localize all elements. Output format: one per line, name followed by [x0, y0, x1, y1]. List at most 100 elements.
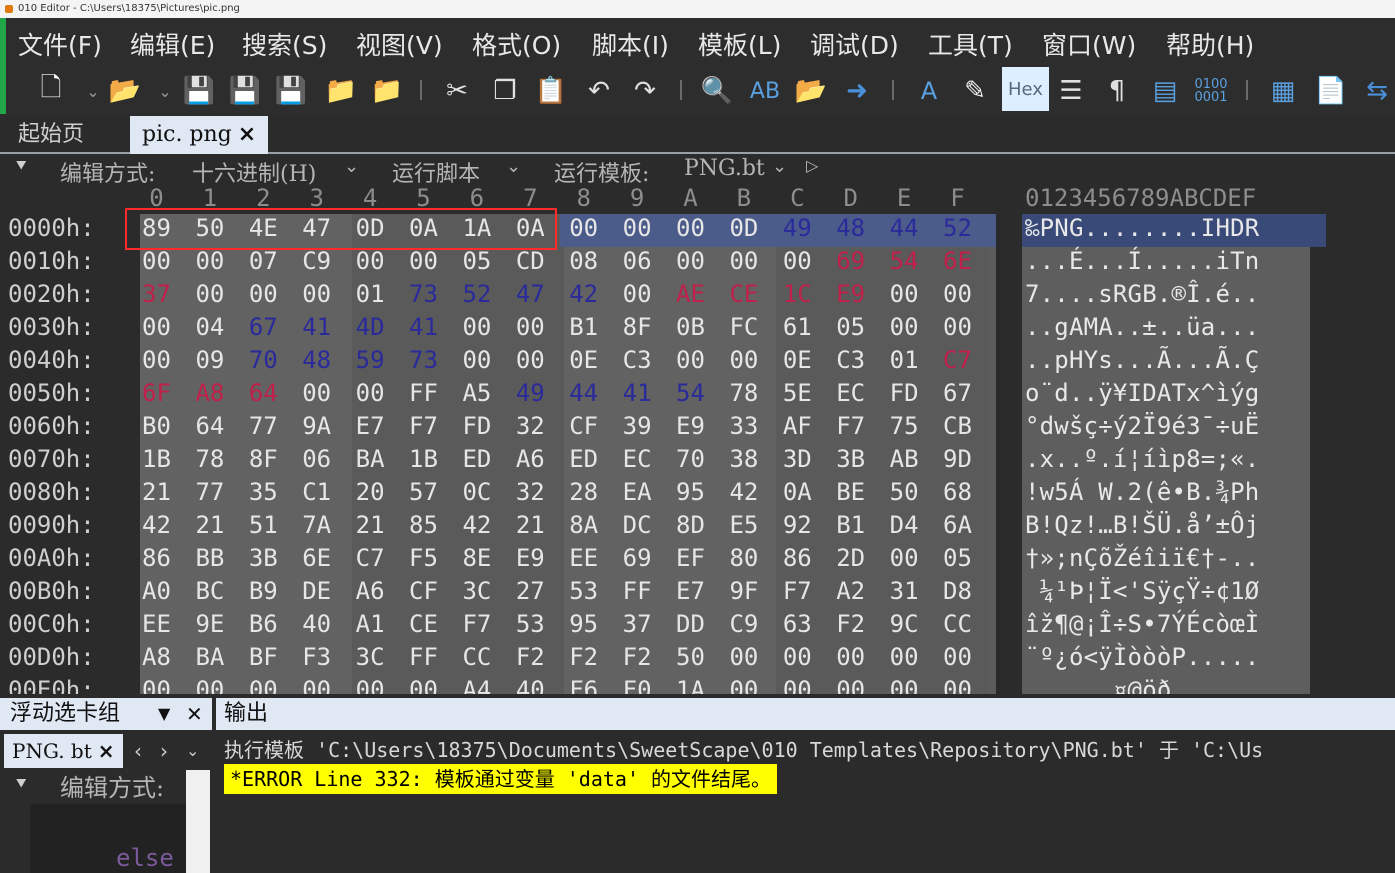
menu-edit[interactable]: 编辑(E): [130, 26, 215, 62]
hex-byte[interactable]: DC: [611, 511, 664, 539]
hex-byte[interactable]: 38: [717, 445, 770, 473]
hex-byte[interactable]: 21: [183, 511, 236, 539]
hex-row[interactable]: 00E0h: 00 00 00 00 00 00 A4 40 F6 F0 1A 00 00 00 00 00..…: [0, 676, 1395, 694]
menu-view[interactable]: 视图(V): [356, 26, 443, 62]
hex-byte[interactable]: 86: [771, 544, 824, 572]
hex-byte[interactable]: 00: [504, 346, 557, 374]
hex-byte[interactable]: 00: [771, 247, 824, 275]
close-icon[interactable]: ✕: [186, 698, 203, 730]
hex-byte[interactable]: 6E: [290, 544, 343, 572]
hex-byte[interactable]: 77: [237, 412, 290, 440]
hex-byte[interactable]: 59: [344, 346, 397, 374]
hex-byte[interactable]: 0E: [771, 346, 824, 374]
hex-byte[interactable]: 52: [931, 214, 984, 242]
hex-byte[interactable]: A6: [344, 577, 397, 605]
hex-byte[interactable]: 42: [717, 478, 770, 506]
menu-debug[interactable]: 调试(D): [810, 26, 899, 62]
menu-window[interactable]: 窗口(W): [1042, 26, 1136, 62]
hex-byte[interactable]: 1B: [397, 445, 450, 473]
run-template-select[interactable]: PNG.bt: [684, 156, 765, 181]
save-icon[interactable]: 💾: [180, 72, 218, 110]
hex-byte[interactable]: C9: [717, 610, 770, 638]
hex-byte[interactable]: 00: [771, 676, 824, 694]
hex-row[interactable]: 0000h: 89 50 4E 47 0D 0A 1A 0A 00 00 00 0D 49 48 44 52 ‰P…: [0, 214, 1395, 247]
hex-byte[interactable]: 4D: [344, 313, 397, 341]
close-icon[interactable]: ×: [98, 739, 115, 763]
hex-byte[interactable]: CC: [450, 643, 503, 671]
hex-byte[interactable]: E5: [717, 511, 770, 539]
hex-byte[interactable]: 89: [130, 214, 183, 242]
hex-row[interactable]: 0050h: 6F A8 64 00 00 FF A5 49 44 41 54 78 5E EC FD 67 o¨…: [0, 379, 1395, 412]
hex-row[interactable]: 0010h: 00 00 07 C9 00 00 05 CD 08 06 00 00 00 69 54 6E..…: [0, 247, 1395, 280]
hex-byte[interactable]: F7: [397, 412, 450, 440]
hex-row[interactable]: 00C0h: EE 9E B6 40 A1 CE F7 53 95 37 DD C9 63 F2 9C CC îž…: [0, 610, 1395, 643]
menu-file[interactable]: 文件(F): [18, 26, 102, 62]
hex-byte[interactable]: CE: [397, 610, 450, 638]
hex-byte[interactable]: F2: [504, 643, 557, 671]
hex-byte[interactable]: DE: [290, 577, 343, 605]
menu-format[interactable]: 格式(O): [472, 26, 561, 62]
hex-byte[interactable]: 00: [611, 214, 664, 242]
hex-row[interactable]: 00A0h: 86 BB 3B 6E C7 F5 8E E9 EE 69 EF 80 86 2D 00 05 †»…: [0, 544, 1395, 577]
hex-byte[interactable]: 00: [183, 247, 236, 275]
hex-byte[interactable]: F6: [557, 676, 610, 694]
ascii-text[interactable]: .x..º.í¦íìp8=;«.: [1025, 445, 1259, 473]
ascii-text[interactable]: ..pHYs...Ã...Ã.Ç: [1025, 346, 1259, 374]
hex-byte[interactable]: AF: [771, 412, 824, 440]
hex-byte[interactable]: 6E: [931, 247, 984, 275]
hex-byte[interactable]: A8: [183, 379, 236, 407]
hex-byte[interactable]: 05: [931, 544, 984, 572]
hex-byte[interactable]: D8: [931, 577, 984, 605]
ascii-text[interactable]: îž¶@¡Î÷S•7ÝÉcòœÌ: [1025, 610, 1259, 638]
hex-byte[interactable]: 48: [290, 346, 343, 374]
hex-byte[interactable]: A8: [130, 643, 183, 671]
ascii-text[interactable]: !w5Á W.2(ê•B.¾Ph: [1025, 478, 1259, 506]
hex-row[interactable]: 0080h: 21 77 35 C1 20 57 0C 32 28 EA 95 42 0A BE 50 68 !w…: [0, 478, 1395, 511]
open-multiple-icon[interactable]: 📁: [368, 72, 406, 110]
play-icon[interactable]: ▷: [806, 156, 818, 175]
hex-row[interactable]: 0040h: 00 09 70 48 59 73 00 00 0E C3 00 00 0E C3 01 C7..…: [0, 346, 1395, 379]
hex-byte[interactable]: 78: [717, 379, 770, 407]
hex-byte[interactable]: 53: [557, 577, 610, 605]
close-icon[interactable]: ×: [238, 122, 256, 147]
ascii-text[interactable]: ......¤@öð......: [1025, 676, 1259, 694]
copy-icon[interactable]: ❐: [486, 72, 524, 110]
hex-byte[interactable]: 69: [824, 247, 877, 275]
hex-byte[interactable]: 00: [290, 379, 343, 407]
collapse-icon[interactable]: ⯆: [14, 774, 28, 795]
save-as-icon[interactable]: 💾: [226, 72, 264, 110]
hex-byte[interactable]: 00: [824, 643, 877, 671]
hex-byte[interactable]: F0: [611, 676, 664, 694]
menu-help[interactable]: 帮助(H): [1166, 26, 1254, 62]
panel-divider[interactable]: [996, 214, 1002, 694]
hex-byte[interactable]: 7A: [290, 511, 343, 539]
pane-splitter[interactable]: [212, 698, 216, 730]
find-icon[interactable]: 🔍: [698, 72, 736, 110]
hex-byte[interactable]: F5: [397, 544, 450, 572]
hex-byte[interactable]: AE: [664, 280, 717, 308]
hex-byte[interactable]: F2: [611, 643, 664, 671]
hex-byte[interactable]: F7: [824, 412, 877, 440]
hex-byte[interactable]: 00: [504, 313, 557, 341]
hex-byte[interactable]: 4E: [237, 214, 290, 242]
hex-byte[interactable]: FC: [717, 313, 770, 341]
hex-byte[interactable]: 00: [130, 247, 183, 275]
hex-byte[interactable]: A2: [824, 577, 877, 605]
hex-byte[interactable]: 49: [504, 379, 557, 407]
hex-byte[interactable]: 0A: [771, 478, 824, 506]
hex-byte[interactable]: 50: [878, 478, 931, 506]
hex-byte[interactable]: 40: [504, 676, 557, 694]
hex-byte[interactable]: 00: [931, 676, 984, 694]
hex-byte[interactable]: A6: [504, 445, 557, 473]
hex-byte[interactable]: 3B: [237, 544, 290, 572]
menu-search[interactable]: 搜索(S): [242, 26, 327, 62]
hex-byte[interactable]: 32: [504, 478, 557, 506]
hex-byte[interactable]: BA: [344, 445, 397, 473]
hex-byte[interactable]: 8E: [450, 544, 503, 572]
hex-byte[interactable]: 04: [183, 313, 236, 341]
hex-byte[interactable]: 85: [397, 511, 450, 539]
hex-byte[interactable]: 1B: [130, 445, 183, 473]
hex-byte[interactable]: 0D: [344, 214, 397, 242]
hex-byte[interactable]: 00: [237, 676, 290, 694]
hex-byte[interactable]: 40: [290, 610, 343, 638]
